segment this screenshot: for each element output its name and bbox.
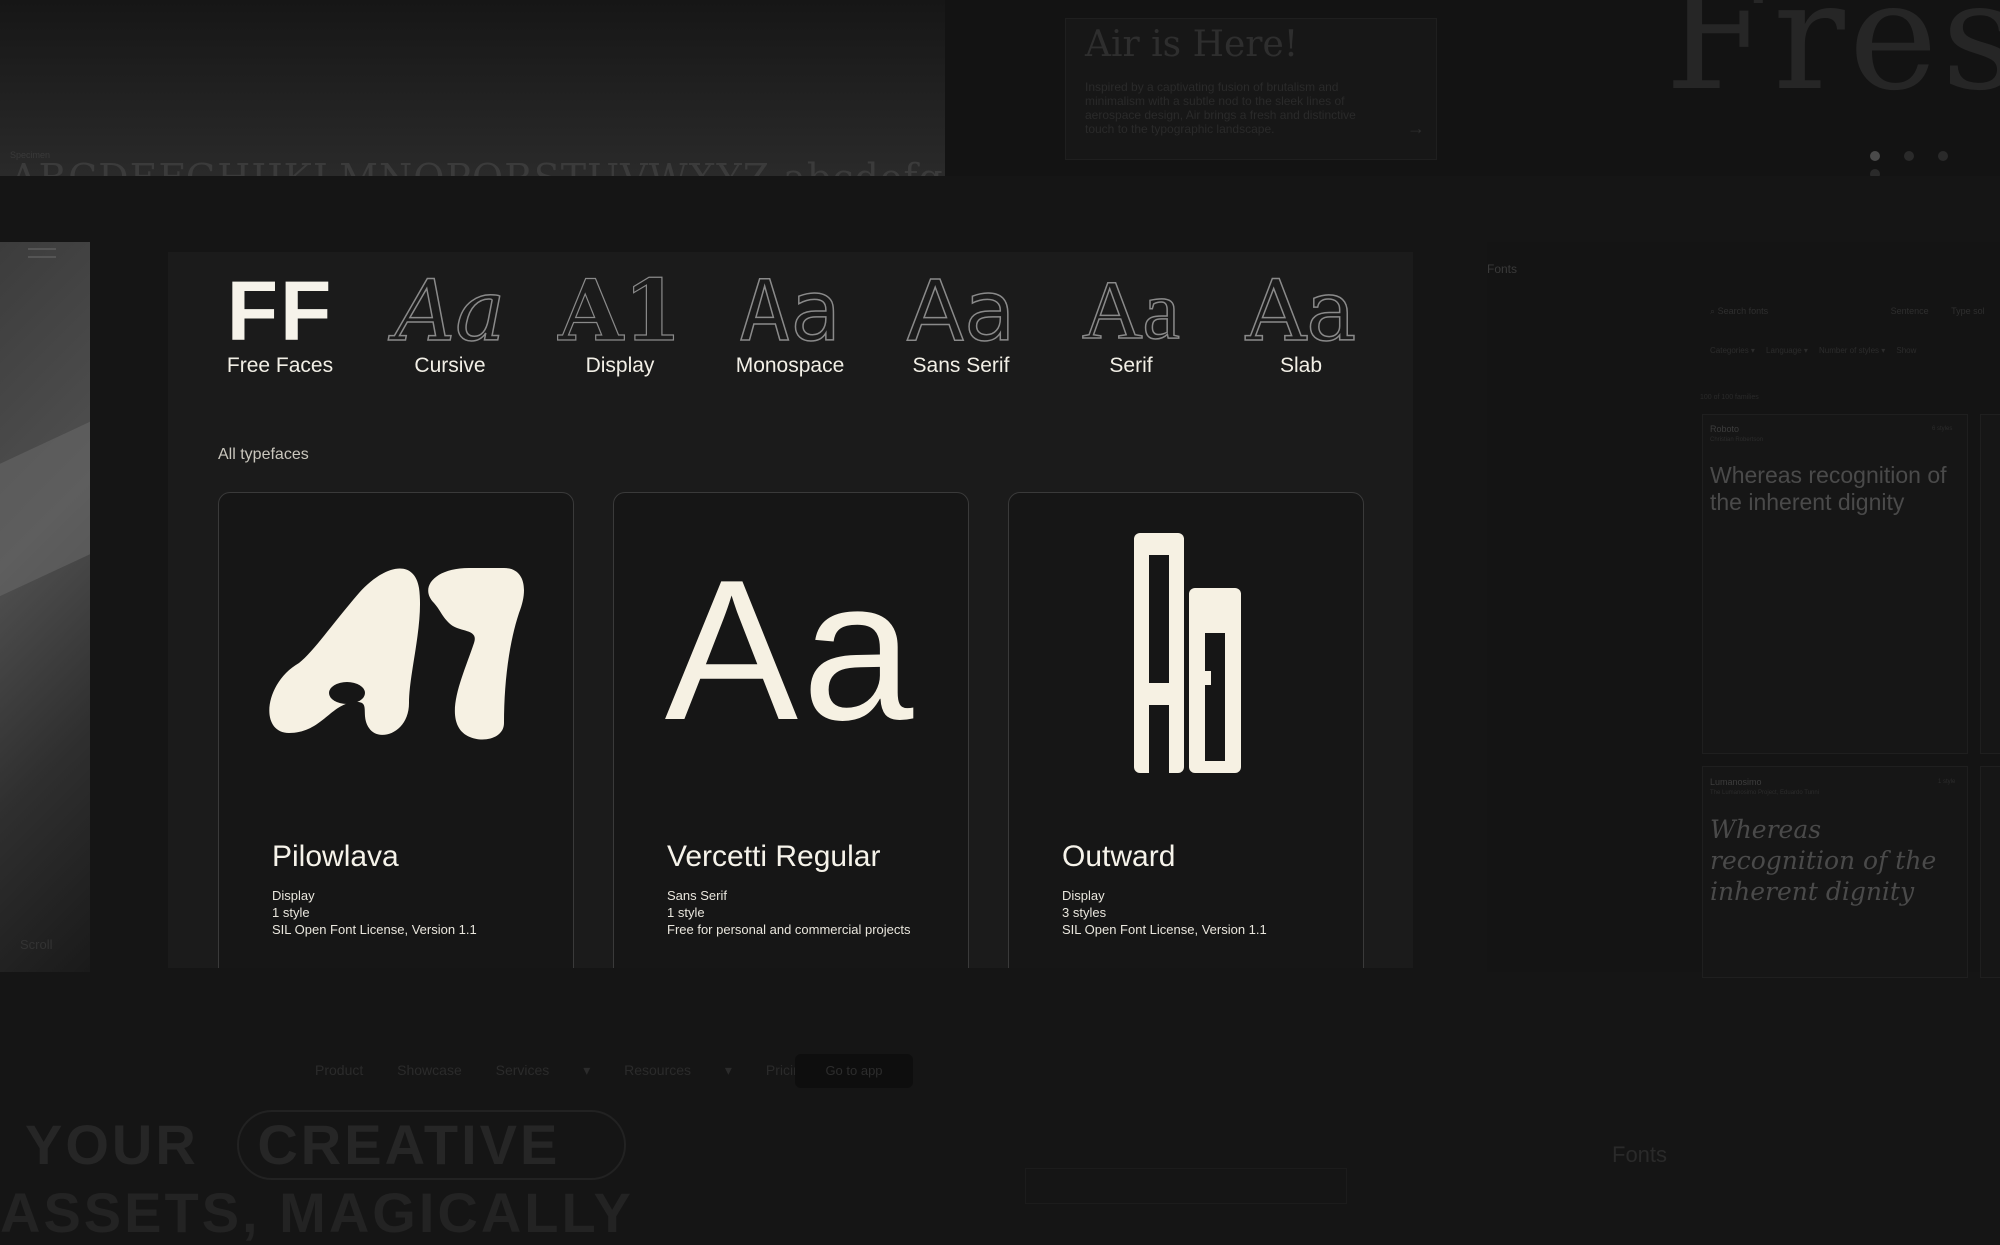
carousel-dots[interactable]: [1870, 148, 2000, 176]
font-card-partial[interactable]: [1980, 766, 2000, 978]
scroll-label: Scroll: [20, 937, 53, 952]
bg-input-box: [1025, 1168, 1347, 1204]
specimen-glyph-vercetti: Aa: [664, 539, 918, 762]
search-input[interactable]: ⌕ Search fonts Sentence Type sol: [1710, 306, 1985, 317]
typeface-name: Outward: [1062, 840, 1176, 873]
display-glyph-icon: A1: [558, 261, 683, 360]
typeface-name: Vercetti Regular: [667, 840, 881, 873]
font-card-sample: Whereas recognition of the inherent dign…: [1710, 815, 1937, 906]
menu-icon[interactable]: [28, 248, 56, 264]
slab-glyph-icon: Aa: [1245, 262, 1357, 360]
typeface-name: Pilowlava: [272, 840, 399, 873]
filter-categories[interactable]: Categories: [1710, 346, 1749, 355]
cursive-glyph-icon: Aa: [394, 262, 506, 360]
headline-word: YOUR: [25, 1113, 199, 1176]
type-input[interactable]: Type sol: [1951, 306, 1985, 316]
typeface-card-vercetti[interactable]: Aa Vercetti Regular Sans Serif 1 style F…: [613, 492, 969, 968]
typeface-category: Sans Serif: [667, 888, 727, 903]
filter-bar: Categories ▾ Language ▾ Number of styles…: [1710, 346, 1917, 355]
category-label: Monospace: [735, 354, 845, 377]
specimen-glyph-pilowlava: [269, 568, 524, 740]
bg-air-promo: Air is Here! Inspired by a captivating f…: [945, 0, 2000, 176]
carousel-dot[interactable]: [1904, 151, 1914, 161]
arrow-right-icon[interactable]: →: [1407, 118, 1425, 139]
filter-show[interactable]: Show: [1896, 346, 1916, 355]
category-display[interactable]: A1 Display: [550, 261, 690, 396]
bg-alphabet: ABCDEFGHIJKLMNOPQRSTUVWXYZ abcdefghij: [10, 156, 945, 176]
category-free-faces[interactable]: FF Free Faces: [210, 266, 350, 396]
monospace-glyph-icon: Aa: [739, 262, 842, 360]
sans-serif-glyph-icon: Aa: [906, 262, 1016, 360]
typeface-license: SIL Open Font License, Version 1.1: [272, 922, 477, 937]
font-card-styles: 6 styles: [1932, 426, 1953, 432]
landing-nav: Product Showcase Services ▾ Resources ▾ …: [315, 1062, 839, 1079]
typeface-styles: 1 style: [272, 905, 310, 920]
carousel-dot[interactable]: [1870, 169, 1880, 176]
category-cursive[interactable]: Aa Cursive: [380, 262, 520, 396]
air-title: Air is Here!: [1085, 24, 1299, 65]
font-card-name: Roboto: [1710, 424, 1740, 434]
search-icon: ⌕: [1710, 306, 1716, 316]
typeface-card-outward[interactable]: Outward Display 3 styles SIL Open Font L…: [1008, 492, 1364, 968]
font-card-partial[interactable]: [1980, 414, 2000, 754]
category-slab[interactable]: Aa Slab: [1231, 262, 1371, 396]
bg-aircraft-photo: [0, 242, 90, 972]
category-monospace[interactable]: Aa Monospace: [720, 262, 860, 396]
nav-services[interactable]: Services ▾: [496, 1062, 591, 1078]
font-card-sample: Whereas recognition of the inherent dign…: [1710, 462, 1947, 515]
sentence-select[interactable]: Sentence: [1891, 306, 1929, 316]
specimen-glyph-outward: [1134, 533, 1241, 773]
font-card-name: Lumanosimo: [1710, 777, 1762, 787]
air-body: Inspired by a captivating fusion of brut…: [1085, 80, 1356, 136]
nav-resources[interactable]: Resources ▾: [624, 1062, 732, 1078]
typeface-styles: 3 styles: [1062, 905, 1107, 920]
headline-word: CREATIVE: [257, 1113, 561, 1176]
section-title: All typefaces: [218, 446, 309, 463]
landing-headline: YOUR CREATIVE: [25, 1112, 560, 1177]
landing-headline-2: ASSETS, MAGICALLY: [0, 1181, 634, 1244]
typeface-license: SIL Open Font License, Version 1.1: [1062, 922, 1267, 937]
filter-styles[interactable]: Number of styles: [1819, 346, 1879, 355]
serif-glyph-icon: Aa: [1081, 264, 1180, 357]
aircraft-wing: [0, 405, 90, 599]
bg-display-word: Fres: [1665, 0, 2000, 124]
carousel-dot[interactable]: [1870, 151, 1880, 161]
ff-logo-icon: FF: [226, 264, 334, 358]
typeface-card-pilowlava[interactable]: Pilowlava Display 1 style SIL Open Font …: [218, 492, 574, 968]
font-card-designer: Christian Robertson: [1710, 437, 1764, 443]
filter-language[interactable]: Language: [1766, 346, 1802, 355]
font-card-designer: The Lumanosimo Project, Eduardo Tunni: [1710, 790, 1820, 796]
category-serif[interactable]: Aa Serif: [1061, 264, 1201, 396]
search-placeholder: Search fonts: [1717, 306, 1769, 316]
typeface-browser-panel: FF Free Faces Aa Cursive A1 Display Aa M…: [168, 252, 1413, 968]
typeface-category: Display: [1062, 888, 1105, 903]
category-label: Serif: [1109, 354, 1153, 377]
breadcrumb[interactable]: Fonts: [1487, 262, 1517, 276]
category-nav: FF Free Faces Aa Cursive A1 Display Aa M…: [218, 261, 1371, 396]
nav-showcase[interactable]: Showcase: [397, 1062, 462, 1078]
typeface-styles: 1 style: [667, 905, 705, 920]
category-label: Free Faces: [226, 354, 334, 377]
bg-specimen-panel: Specimen ABCDEFGHIJKLMNOPQRSTUVWXYZ abcd…: [0, 0, 945, 176]
nav-product[interactable]: Product: [315, 1062, 363, 1078]
bg-fonts-label: Fonts: [1612, 1142, 1668, 1167]
category-sans-serif[interactable]: Aa Sans Serif: [891, 262, 1031, 396]
result-count: 100 of 100 families: [1700, 394, 1759, 401]
carousel-dot[interactable]: [1938, 151, 1948, 161]
typeface-license: Free for personal and commercial project…: [667, 922, 911, 937]
go-to-app-button[interactable]: Go to app: [795, 1054, 913, 1088]
typeface-category: Display: [272, 888, 315, 903]
font-card-styles: 1 style: [1938, 779, 1956, 785]
